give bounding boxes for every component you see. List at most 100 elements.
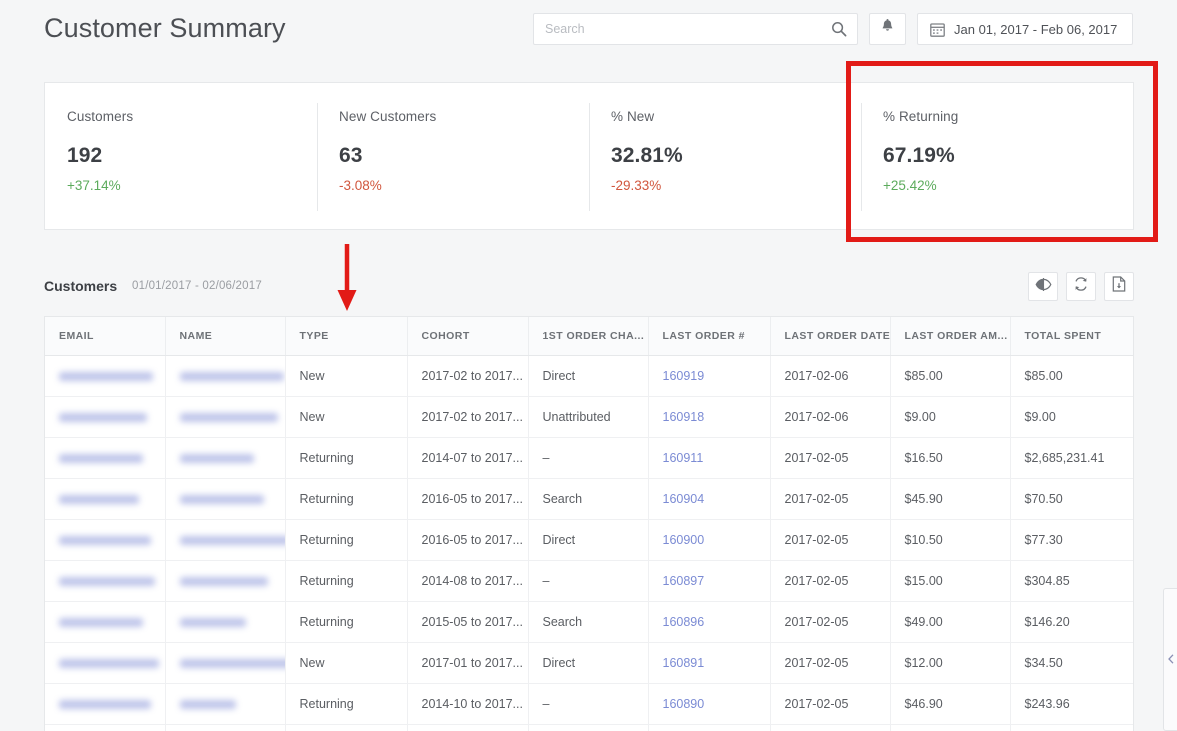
cell-last-order-date: 2017-02-06 (770, 396, 890, 437)
table-header-row: EMAIL NAME TYPE COHORT 1ST ORDER CHA... … (45, 317, 1133, 355)
cell-last-order-number[interactable]: 160918 (648, 396, 770, 437)
redacted-text (59, 618, 143, 627)
column-header-total-spent[interactable]: TOTAL SPENT (1010, 317, 1133, 355)
kpi-customers: Customers 192 +37.14% (45, 83, 317, 229)
cell-last-order-amount (890, 724, 1010, 731)
table-row[interactable]: New2017-02 to 2017...Unattributed1609182… (45, 396, 1133, 437)
cell-last-order-number[interactable] (648, 724, 770, 731)
cell-email (45, 560, 165, 601)
cell-type: Returning (285, 478, 407, 519)
side-panel-expand-handle[interactable] (1163, 588, 1177, 731)
kpi-label: % Returning (883, 109, 1133, 124)
cell-last-order-date: 2017-02-05 (770, 642, 890, 683)
column-header-last-order-date[interactable]: LAST ORDER DATE (770, 317, 890, 355)
kpi-percent-new: % New 32.81% -29.33% (589, 83, 861, 229)
table-row[interactable]: New2017-01 to 2017...Direct1608912017-02… (45, 642, 1133, 683)
redacted-text (180, 454, 254, 463)
cell-email (45, 437, 165, 478)
kpi-value: 32.81% (611, 144, 861, 168)
cell-first-order-channel: – (528, 683, 648, 724)
cell-type: Returning (285, 601, 407, 642)
cell-email (45, 355, 165, 396)
cell-last-order-date (770, 724, 890, 731)
column-header-type[interactable]: TYPE (285, 317, 407, 355)
cell-type: New (285, 396, 407, 437)
column-header-last-order-amount[interactable]: LAST ORDER AM... (890, 317, 1010, 355)
cell-last-order-number[interactable]: 160890 (648, 683, 770, 724)
cell-name (165, 683, 285, 724)
order-number-link[interactable]: 160891 (663, 656, 705, 670)
cell-email (45, 683, 165, 724)
cell-total-spent: $9.00 (1010, 396, 1133, 437)
cell-last-order-number[interactable]: 160911 (648, 437, 770, 478)
cell-cohort: 2014-08 to 2017... (407, 560, 528, 601)
table-row[interactable]: Returning2015-05 to 2017...Search1608962… (45, 601, 1133, 642)
cell-total-spent: $77.30 (1010, 519, 1133, 560)
order-number-link[interactable]: 160911 (663, 451, 704, 465)
table-row[interactable]: Returning2014-08 to 2017...–1608972017-0… (45, 560, 1133, 601)
redacted-text (180, 495, 264, 504)
cell-type: Returning (285, 519, 407, 560)
order-number-link[interactable]: 160919 (663, 369, 705, 383)
search-icon[interactable] (831, 21, 847, 37)
cell-cohort: 2016-05 to 2017... (407, 478, 528, 519)
cell-type: New (285, 355, 407, 396)
kpi-card-group: Customers 192 +37.14% New Customers 63 -… (44, 82, 1134, 230)
cell-email (45, 724, 165, 731)
redacted-text (59, 454, 143, 463)
order-number-link[interactable]: 160900 (663, 533, 705, 547)
table-row[interactable]: New2017-02 to 2017...Direct1609192017-02… (45, 355, 1133, 396)
order-number-link[interactable]: 160896 (663, 615, 705, 629)
date-range-label: Jan 01, 2017 - Feb 06, 2017 (954, 22, 1117, 37)
calendar-icon (930, 22, 945, 37)
cell-first-order-channel: – (528, 560, 648, 601)
redacted-text (59, 495, 139, 504)
cell-cohort (407, 724, 528, 731)
table-row[interactable]: Returning2014-07 to 2017...–1609112017-0… (45, 437, 1133, 478)
kpi-value: 67.19% (883, 144, 1133, 168)
cell-total-spent (1010, 724, 1133, 731)
order-number-link[interactable]: 160918 (663, 410, 705, 424)
cell-last-order-number[interactable]: 160904 (648, 478, 770, 519)
cell-last-order-number[interactable]: 160900 (648, 519, 770, 560)
cell-total-spent: $2,685,231.41 (1010, 437, 1133, 478)
cell-cohort: 2017-02 to 2017... (407, 396, 528, 437)
bell-icon (881, 19, 894, 39)
notifications-button[interactable] (869, 13, 906, 45)
cell-last-order-amount: $10.50 (890, 519, 1010, 560)
table-row[interactable]: Returning2016-05 to 2017...Direct1609002… (45, 519, 1133, 560)
date-range-picker[interactable]: Jan 01, 2017 - Feb 06, 2017 (917, 13, 1133, 45)
column-header-name[interactable]: NAME (165, 317, 285, 355)
order-number-link[interactable]: 160904 (663, 492, 705, 506)
customers-table-container[interactable]: EMAIL NAME TYPE COHORT 1ST ORDER CHA... … (44, 316, 1134, 731)
table-row[interactable]: Returning2014-10 to 2017...–1608902017-0… (45, 683, 1133, 724)
table-row[interactable] (45, 724, 1133, 731)
cell-name (165, 355, 285, 396)
cell-first-order-channel: Search (528, 478, 648, 519)
kpi-label: Customers (67, 109, 317, 124)
column-header-email[interactable]: EMAIL (45, 317, 165, 355)
refresh-button[interactable] (1066, 272, 1096, 301)
cell-email (45, 601, 165, 642)
column-header-first-order-channel[interactable]: 1ST ORDER CHA... (528, 317, 648, 355)
cell-type (285, 724, 407, 731)
redacted-text (59, 700, 151, 709)
search-input[interactable] (545, 14, 825, 44)
cell-last-order-number[interactable]: 160897 (648, 560, 770, 601)
table-row[interactable]: Returning2016-05 to 2017...Search1609042… (45, 478, 1133, 519)
cell-name (165, 642, 285, 683)
order-number-link[interactable]: 160890 (663, 697, 705, 711)
cell-last-order-number[interactable]: 160896 (648, 601, 770, 642)
search-box[interactable] (533, 13, 858, 45)
cell-last-order-amount: $9.00 (890, 396, 1010, 437)
column-header-last-order-number[interactable]: LAST ORDER # (648, 317, 770, 355)
compare-button[interactable] (1028, 272, 1058, 301)
cell-last-order-number[interactable]: 160919 (648, 355, 770, 396)
column-header-cohort[interactable]: COHORT (407, 317, 528, 355)
chevron-left-icon (1168, 651, 1174, 669)
cell-name (165, 724, 285, 731)
cell-last-order-number[interactable]: 160891 (648, 642, 770, 683)
export-button[interactable] (1104, 272, 1134, 301)
order-number-link[interactable]: 160897 (663, 574, 705, 588)
cell-last-order-date: 2017-02-05 (770, 601, 890, 642)
